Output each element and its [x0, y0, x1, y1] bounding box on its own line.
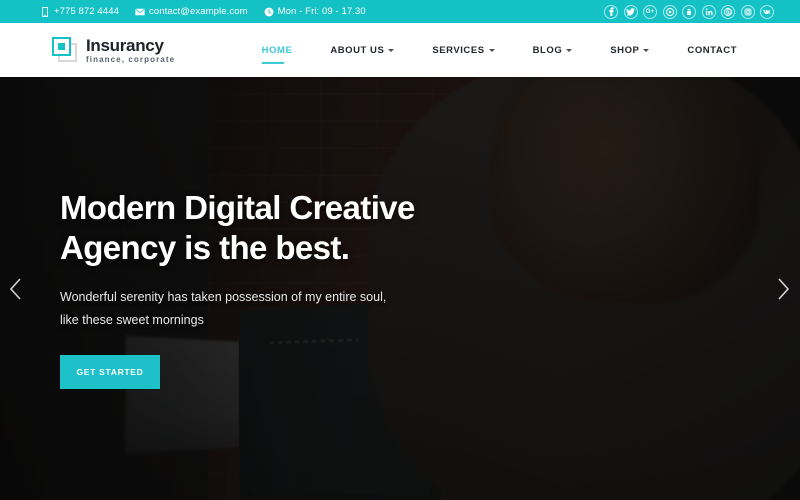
hero-slider: Modern Digital Creative Agency is the be…: [0, 77, 800, 500]
brand-tagline: finance, corporate: [86, 54, 176, 64]
nav-item-services[interactable]: SERVICES: [413, 23, 513, 77]
nav-item-contact[interactable]: CONTACT: [668, 23, 756, 77]
email-address: contact@example.com: [148, 6, 248, 17]
phone-contact[interactable]: +775 872 4444: [40, 6, 119, 17]
chevron-down-icon: [488, 49, 495, 52]
clock-icon: [264, 7, 274, 17]
nav-label-services: SERVICES: [432, 44, 485, 56]
top-info-bar: +775 872 4444 contact@example.com Mon - …: [0, 0, 800, 23]
nav-item-shop[interactable]: SHOP: [591, 23, 668, 77]
nav-label-contact: CONTACT: [687, 44, 737, 56]
contact-info-group: +775 872 4444 contact@example.com Mon - …: [40, 6, 366, 17]
chevron-down-icon: [388, 49, 395, 52]
chevron-down-icon: [643, 49, 650, 52]
landing-page: +775 872 4444 contact@example.com Mon - …: [0, 0, 800, 500]
brand-name: Insurancy: [86, 35, 164, 55]
twitter-icon[interactable]: [623, 4, 638, 19]
hero-content: Modern Digital Creative Agency is the be…: [60, 77, 440, 500]
dribbble-icon[interactable]: [662, 4, 677, 19]
pinterest-icon[interactable]: [721, 4, 735, 19]
chevron-right-icon: [777, 277, 789, 300]
instagram-icon[interactable]: [740, 4, 755, 19]
nav-label-blog: BLOG: [532, 44, 563, 56]
vk-icon[interactable]: [760, 4, 774, 19]
nav-item-home[interactable]: HOME: [243, 23, 312, 77]
envelope-icon: [135, 7, 145, 17]
linkedin-icon[interactable]: [701, 4, 716, 19]
business-hours: Mon - Fri: 09 - 17.30: [277, 6, 366, 17]
nav-item-blog[interactable]: BLOG: [514, 23, 592, 77]
slider-prev-arrow[interactable]: [2, 269, 28, 309]
get-started-button[interactable]: GET STARTED: [60, 354, 160, 389]
nav-active-underline: [261, 62, 284, 64]
main-navigation: HOME ABOUT US SERVICES BLOG SHOP CONTACT: [243, 23, 756, 77]
chevron-left-icon: [9, 277, 21, 300]
site-header: Insurancy finance, corporate HOME ABOUT …: [0, 23, 800, 77]
hero-title: Modern Digital Creative Agency is the be…: [60, 189, 415, 267]
phone-number: +775 872 4444: [54, 6, 119, 17]
logo-icon: [52, 37, 78, 63]
behance-icon[interactable]: [682, 4, 696, 19]
email-contact[interactable]: contact@example.com: [135, 6, 248, 17]
social-links-group: G+: [604, 4, 774, 19]
brand-text: Insurancy finance, corporate: [86, 37, 175, 64]
nav-label-about-us: ABOUT US: [330, 44, 385, 56]
nav-label-shop: SHOP: [610, 44, 640, 56]
brand-logo[interactable]: Insurancy finance, corporate: [52, 37, 175, 64]
slider-next-arrow[interactable]: [770, 269, 796, 309]
nav-item-about-us[interactable]: ABOUT US: [311, 23, 413, 77]
hours-info: Mon - Fri: 09 - 17.30: [264, 6, 366, 17]
nav-label-home: HOME: [261, 44, 293, 56]
facebook-icon[interactable]: [604, 4, 618, 19]
logo-square-inner: [58, 43, 65, 50]
google-plus-icon[interactable]: G+: [643, 4, 657, 19]
hero-subtitle: Wonderful serenity has taken possession …: [60, 290, 387, 328]
phone-icon: [40, 6, 50, 17]
chevron-down-icon: [566, 49, 573, 52]
